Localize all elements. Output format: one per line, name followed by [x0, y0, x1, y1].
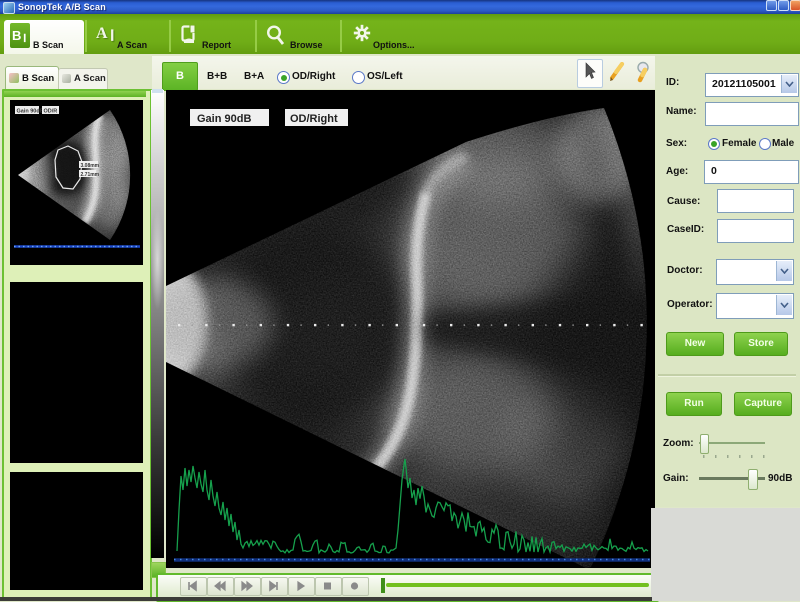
svg-text:2.71mm: 2.71mm	[81, 172, 100, 178]
svg-text:Gain 90dB: Gain 90dB	[197, 113, 251, 125]
svg-text:Gain 90dB: Gain 90dB	[17, 109, 44, 115]
svg-text:OD/Right: OD/Right	[290, 113, 338, 125]
svg-text:OD/R: OD/R	[44, 109, 58, 115]
svg-text:3.08mm: 3.08mm	[81, 163, 100, 169]
